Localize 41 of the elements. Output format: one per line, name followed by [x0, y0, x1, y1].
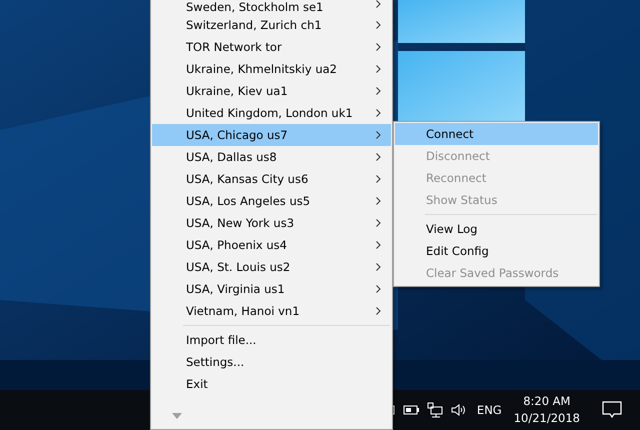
- menu-item[interactable]: USA, Los Angeles us5: [152, 190, 391, 212]
- menu-item[interactable]: Connect: [395, 123, 598, 145]
- language-indicator[interactable]: ENG: [476, 403, 502, 417]
- menu-item[interactable]: USA, Kansas City us6: [152, 168, 391, 190]
- monitor-icon[interactable]: [426, 402, 443, 418]
- chevron-icon: [376, 0, 381, 8]
- chevron-icon: [376, 197, 381, 205]
- chevron-icon: [376, 21, 381, 29]
- menu-item[interactable]: Ukraine, Kiev ua1: [152, 80, 391, 102]
- chevron-icon: [376, 65, 381, 73]
- speaker-icon[interactable]: [450, 402, 467, 418]
- clock[interactable]: 8:20 AM 10/21/2018: [514, 393, 580, 427]
- chevron-icon: [376, 307, 381, 315]
- menu-item[interactable]: Edit Config: [395, 240, 598, 262]
- notification-icon[interactable]: [602, 401, 622, 419]
- menu-item[interactable]: USA, Dallas us8: [152, 146, 391, 168]
- chevron-icon: [376, 43, 381, 51]
- menu-item[interactable]: USA, St. Louis us2: [152, 256, 391, 278]
- chevron-icon: [376, 263, 381, 271]
- chevron-icon: [376, 241, 381, 249]
- menu-item[interactable]: Import file...: [152, 329, 391, 351]
- chevron-icon: [376, 285, 381, 293]
- menu-item[interactable]: United Kingdom, London uk1: [152, 102, 391, 124]
- menu-item[interactable]: Exit: [152, 373, 391, 395]
- menu-item[interactable]: Ukraine, Khmelnitskiy ua2: [152, 58, 391, 80]
- menu-item[interactable]: USA, Chicago us7: [152, 124, 391, 146]
- menu-item[interactable]: Sweden, Stockholm se1: [152, 0, 391, 14]
- chevron-icon: [376, 87, 381, 95]
- menu-item[interactable]: TOR Network tor: [152, 36, 391, 58]
- menu-item[interactable]: USA, Phoenix us4: [152, 234, 391, 256]
- chevron-icon: [376, 131, 381, 139]
- menu-item[interactable]: View Log: [395, 218, 598, 240]
- chevron-icon: [376, 175, 381, 183]
- chevron-icon: [376, 153, 381, 161]
- menu-item[interactable]: Settings...: [152, 351, 391, 373]
- menu-item[interactable]: Switzerland, Zurich ch1: [152, 14, 391, 36]
- menu-item[interactable]: USA, New York us3: [152, 212, 391, 234]
- chevron-icon: [376, 219, 381, 227]
- menu-item[interactable]: Vietnam, Hanoi vn1: [152, 300, 391, 322]
- menu-item[interactable]: USA, Virginia us1: [152, 278, 391, 300]
- chevron-icon: [376, 109, 381, 117]
